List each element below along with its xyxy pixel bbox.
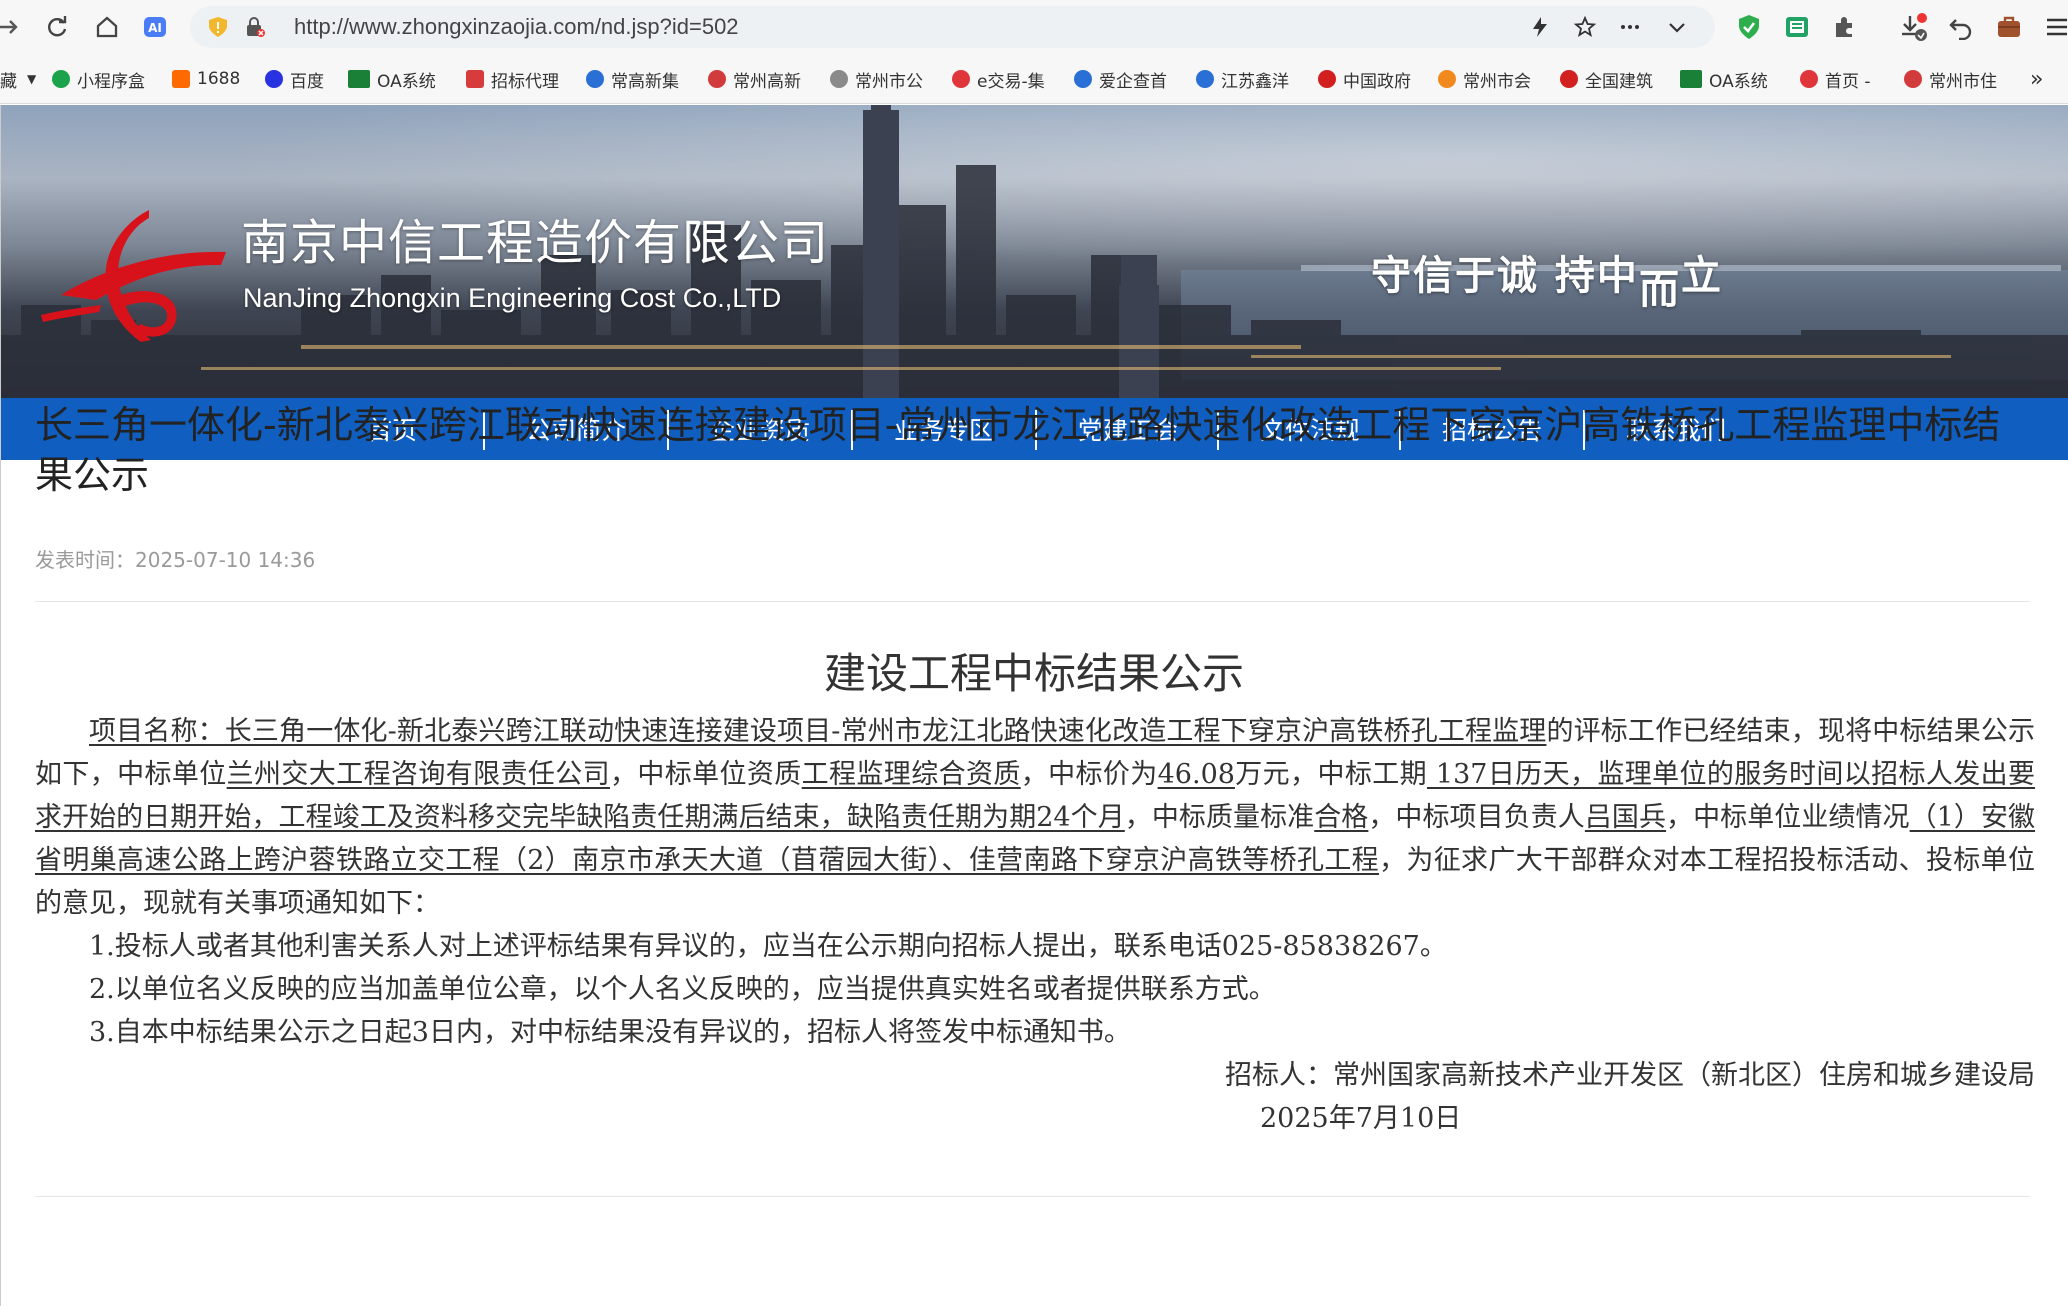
star-icon[interactable] — [1573, 15, 1597, 43]
url-text[interactable]: http://www.zhongxinzaojia.com/nd.jsp?id=… — [294, 14, 739, 40]
company-logo-icon — [41, 210, 226, 342]
tenderer-signature: 招标人：常州国家高新技术产业开发区（新北区）住房和城乡建设局 — [1225, 1060, 2035, 1091]
bookmark-item[interactable]: 常州市会 — [1438, 67, 1540, 91]
header-banner: 南京中信工程造价有限公司 NanJing Zhongxin Engineerin… — [1, 105, 2068, 398]
project-manager: 吕国兵 — [1584, 802, 1667, 833]
notice-item: 1.投标人或者其他利害关系人对上述评标结果有异议的，应当在公示期向招标人提出，联… — [89, 931, 1447, 962]
ai-icon[interactable]: AI — [138, 10, 172, 44]
bookmark-item[interactable]: 江苏鑫洋 — [1196, 67, 1298, 91]
bookmark-favicon-icon — [348, 70, 370, 88]
company-name-cn: 南京中信工程造价有限公司 — [241, 215, 830, 271]
bookmark-item[interactable]: 常高新集 — [586, 67, 688, 91]
bookmark-item[interactable]: 百度 — [265, 67, 345, 91]
notice-item: 2.以单位名义反映的应当加盖单位公章，以个人名义反映的，应当提供真实姓名或者提供… — [89, 974, 1276, 1005]
bookmark-item[interactable]: 小程序盒 — [52, 67, 157, 91]
bookmark-item[interactable]: OA系统 — [1680, 67, 1780, 91]
bookmark-item[interactable]: 藏 ▼ — [0, 67, 36, 92]
bookmark-item[interactable]: 首页 - — [1800, 67, 1884, 91]
more-bookmarks-icon[interactable]: » — [2030, 67, 2043, 91]
bookmark-favicon-icon — [1904, 70, 1922, 88]
bidder-qualification: 工程监理综合资质 — [801, 759, 1021, 790]
bookmark-favicon-icon — [172, 70, 190, 88]
bookmark-favicon-icon — [1800, 70, 1818, 88]
svg-text:AI: AI — [148, 21, 162, 35]
bookmark-favicon-icon — [830, 70, 848, 88]
insecure-lock-icon[interactable] — [244, 16, 266, 42]
publish-time: 发表时间：2025-07-10 14:36 — [35, 548, 316, 572]
bookmark-item[interactable]: 1688 — [172, 67, 252, 91]
bookmark-favicon-icon — [52, 70, 70, 88]
notice-paragraph: 项目名称：长三角一体化-新北泰兴跨江联动快速连接建设项目-常州市龙江北路快速化改… — [35, 716, 2036, 919]
bookmark-item[interactable]: e交易-集 — [952, 67, 1054, 91]
undo-icon[interactable] — [1944, 10, 1978, 44]
bookmark-item[interactable]: 常州高新 — [708, 67, 810, 91]
caret-down-icon[interactable]: ▼ — [27, 72, 36, 86]
shield-warning-icon[interactable] — [206, 15, 230, 43]
browser-toolbar: AI http://www.zhongxinzaojia.com/nd.jsp?… — [0, 0, 2068, 54]
bookmark-favicon-icon — [1318, 70, 1336, 88]
reader-icon[interactable] — [1780, 10, 1814, 44]
extensions-icon[interactable] — [1827, 10, 1861, 44]
bookmark-item[interactable]: 常州市公 — [830, 67, 932, 91]
bookmark-favicon-icon — [466, 70, 484, 88]
company-name-en: NanJing Zhongxin Engineering Cost Co.,LT… — [243, 283, 782, 313]
bookmark-favicon-icon — [708, 70, 726, 88]
bookmark-favicon-icon — [952, 70, 970, 88]
bookmark-favicon-icon — [1074, 70, 1092, 88]
bookmark-favicon-icon — [265, 70, 283, 88]
bookmark-favicon-icon — [1196, 70, 1214, 88]
winning-bidder: 兰州交大工程咨询有限责任公司 — [226, 759, 610, 790]
bookmark-favicon-icon — [1680, 70, 1702, 88]
notice-title: 建设工程中标结果公示 — [823, 649, 1244, 698]
bookmark-item[interactable]: 爱企查首 — [1074, 67, 1176, 91]
lightning-icon[interactable] — [1528, 15, 1552, 43]
winning-price: 46.08 — [1157, 759, 1235, 790]
article-title: 长三角一体化-新北泰兴跨江联动快速连接建设项目-常州市龙江北路快速化改造工程下穿… — [35, 403, 2001, 497]
bookmark-item[interactable]: 招标代理 — [466, 67, 568, 91]
reload-icon[interactable] — [40, 10, 74, 44]
notice-body: 项目名称：长三角一体化-新北泰兴跨江联动快速连接建设项目-常州市龙江北路快速化改… — [35, 710, 2036, 1134]
web-page: 南京中信工程造价有限公司 NanJing Zhongxin Engineerin… — [0, 105, 2068, 1306]
bookmark-item[interactable]: OA系统 — [348, 67, 448, 91]
chevron-down-icon[interactable] — [1665, 15, 1689, 43]
bookmark-item[interactable]: 全国建筑 — [1560, 67, 1662, 91]
divider — [35, 601, 2030, 602]
security-shield-icon[interactable] — [1732, 10, 1766, 44]
quality-standard: 合格 — [1314, 802, 1369, 833]
bookmark-favicon-icon — [1560, 70, 1578, 88]
bookmark-item[interactable]: 中国政府 — [1318, 67, 1420, 91]
download-icon[interactable] — [1896, 10, 1930, 44]
home-icon[interactable] — [90, 10, 124, 44]
bookmarks-bar: 藏 ▼ 小程序盒 1688 百度 OA系统 招标代理 常高新集 常州高新 常州市公… — [0, 54, 2068, 104]
forward-icon[interactable] — [0, 10, 26, 44]
bookmark-favicon-icon — [586, 70, 604, 88]
bookmark-favicon-icon — [1438, 70, 1456, 88]
bookmark-item[interactable]: 常州市住 — [1904, 67, 2006, 91]
address-bar[interactable]: http://www.zhongxinzaojia.com/nd.jsp?id=… — [190, 6, 1715, 48]
notice-item: 3.自本中标结果公示之日起3日内，对中标结果没有异议的，招标人将签发中标通知书。 — [89, 1017, 1131, 1048]
menu-icon[interactable] — [2040, 10, 2068, 44]
briefcase-icon[interactable] — [1992, 10, 2026, 44]
divider — [35, 1196, 2030, 1197]
notice-date: 2025年7月10日 — [1260, 1103, 1462, 1134]
more-icon[interactable] — [1618, 15, 1642, 43]
project-name: 项目名称：长三角一体化-新北泰兴跨江联动快速连接建设项目-常州市龙江北路快速化改… — [89, 716, 1547, 747]
slogan: 守信于诚 持中而立 — [1371, 253, 1723, 313]
